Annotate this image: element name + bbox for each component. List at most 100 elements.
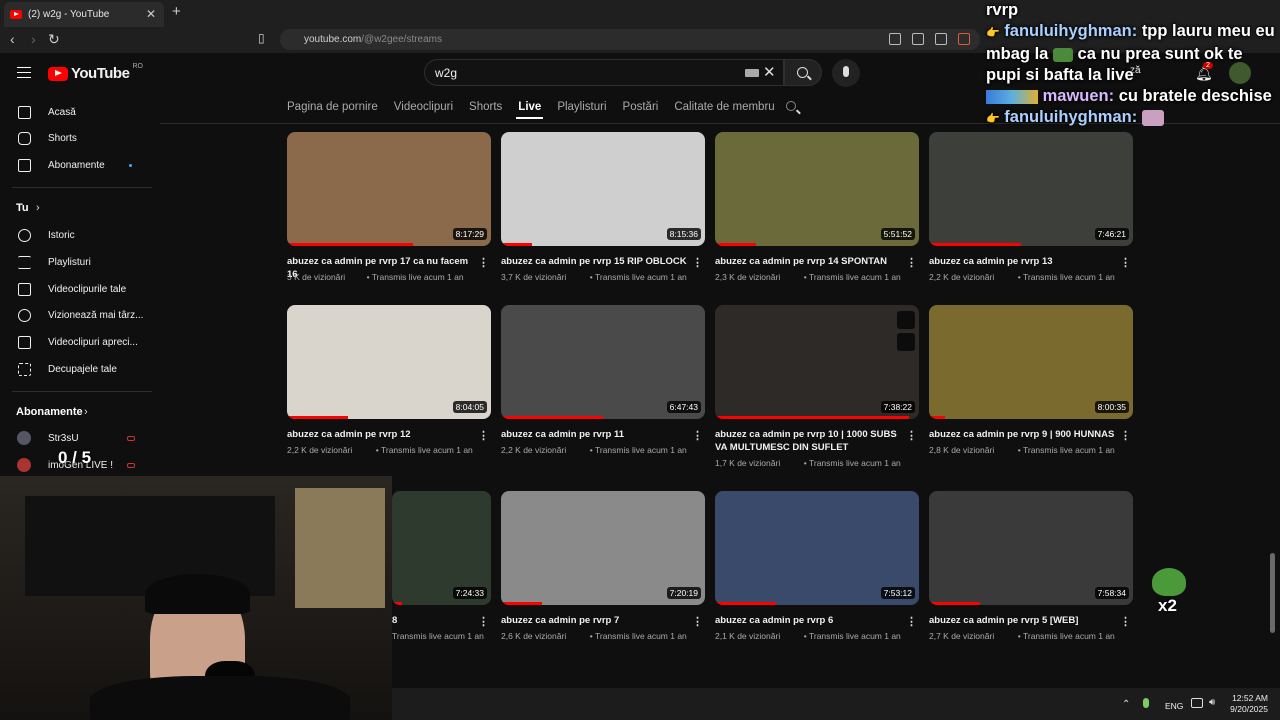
video-thumbnail[interactable]: 6:47:43 (501, 305, 705, 419)
video-date: • Transmis live acum 1 an (375, 445, 473, 455)
chevron-right-icon: › (36, 202, 40, 214)
tab-playlists[interactable]: Playlisturi (557, 93, 606, 123)
sidebar-item-clips[interactable]: Decupajele tale (0, 356, 155, 382)
video-thumbnail[interactable]: 8:00:35 (929, 305, 1133, 419)
page-scrollbar[interactable] (1270, 553, 1275, 633)
tab-videos[interactable]: Videoclipuri (394, 93, 453, 123)
video-duration: 7:24:33 (452, 587, 487, 599)
youtube-logo[interactable]: YouTube RO (48, 63, 143, 82)
video-card[interactable]: 8:00:35 abuzez ca admin pe rvrp 9 | 900 H… (929, 305, 1133, 465)
video-title[interactable]: abuzez ca admin pe rvrp 9 | 900 HUNNAS (929, 428, 1115, 441)
forward-icon[interactable]: › (31, 31, 36, 47)
reload-icon[interactable]: ↻ (48, 31, 60, 48)
browser-tab[interactable]: (2) w2g - YouTube ✕ (4, 2, 164, 27)
video-thumbnail[interactable]: 7:38:22 (715, 305, 919, 419)
clear-search-icon[interactable]: ✕ (763, 63, 776, 81)
url-host: youtube.com (304, 34, 362, 45)
tab-live[interactable]: Live (516, 93, 544, 123)
more-options-icon[interactable]: ⋮ (1120, 256, 1131, 269)
video-card[interactable]: 6:47:43 abuzez ca admin pe rvrp 11 ⋮ 2,2 K … (501, 305, 705, 465)
video-title[interactable]: abuzez ca admin pe rvrp 14 SPONTAN (715, 255, 901, 268)
network-icon[interactable] (1191, 698, 1203, 708)
video-card[interactable]: 7:58:34 abuzez ca admin pe rvrp 5 [WEB] ⋮ 2… (929, 491, 1133, 651)
search-input[interactable]: w2g (424, 59, 784, 86)
tray-mic-icon[interactable] (1143, 698, 1149, 708)
add-to-queue-icon[interactable] (897, 333, 915, 351)
video-title[interactable]: abuzez ca admin pe rvrp 11 (501, 428, 687, 441)
more-options-icon[interactable]: ⋮ (1120, 429, 1131, 442)
more-options-icon[interactable]: ⋮ (478, 429, 489, 442)
sidebar-item-shorts[interactable]: Shorts (0, 125, 155, 151)
more-options-icon[interactable]: ⋮ (692, 615, 703, 628)
bookmark-icon[interactable]: ▯ (258, 31, 265, 45)
video-title[interactable]: abuzez ca admin pe rvrp 12 (287, 428, 473, 441)
translate-icon[interactable] (912, 33, 924, 45)
more-options-icon[interactable]: ⋮ (692, 256, 703, 269)
video-card[interactable]: 7:53:12 abuzez ca admin pe rvrp 6 ⋮ 2,1 K d… (715, 491, 919, 651)
sidebar-item-your-videos[interactable]: Videoclipurile tale (0, 276, 155, 302)
sidebar-item-subscriptions[interactable]: Abonamente (0, 152, 155, 178)
share-icon[interactable] (935, 33, 947, 45)
sidebar-item-playlists[interactable]: Playlisturi (0, 249, 155, 275)
sidebar-item-home[interactable]: Acasă (0, 99, 155, 125)
video-card[interactable]: 5:51:52 abuzez ca admin pe rvrp 14 SPONTA… (715, 132, 919, 292)
video-card[interactable]: 8:15:36 abuzez ca admin pe rvrp 15 RIP OB… (501, 132, 705, 292)
video-card[interactable]: 8:04:05 abuzez ca admin pe rvrp 12 ⋮ 2,2 K … (287, 305, 491, 465)
chat-text: cu bratele deschise (1118, 87, 1272, 105)
video-title[interactable]: abuzez ca admin pe rvrp 6 (715, 614, 901, 627)
more-options-icon[interactable]: ⋮ (1120, 615, 1131, 628)
video-title[interactable]: abuzez ca admin pe rvrp 13 (929, 255, 1115, 268)
youtube-play-icon (48, 66, 68, 81)
video-views: 2,2 K de vizionări (929, 272, 995, 282)
video-thumbnail[interactable]: 7:20:19 (501, 491, 705, 605)
video-card[interactable]: 7:20:19 abuzez ca admin pe rvrp 7 ⋮ 2,6 K d… (501, 491, 705, 651)
more-options-icon[interactable]: ⋮ (478, 256, 489, 269)
brave-shield-icon[interactable] (958, 33, 970, 45)
more-options-icon[interactable]: ⋮ (692, 429, 703, 442)
watch-progress-bar (715, 602, 777, 605)
new-tab-icon[interactable]: + (172, 3, 181, 20)
sidebar-subs-header[interactable]: Abonamente › (0, 399, 155, 425)
more-options-icon[interactable]: ⋮ (906, 615, 917, 628)
address-bar[interactable]: youtube.com/@w2gee/streams (280, 29, 980, 50)
video-thumbnail[interactable]: 5:51:52 (715, 132, 919, 246)
video-thumbnail[interactable]: 8:04:05 (287, 305, 491, 419)
tray-language[interactable]: ENG (1165, 701, 1183, 711)
tab-posts[interactable]: Postări (623, 93, 659, 123)
menu-icon[interactable] (17, 67, 31, 78)
tab-shorts[interactable]: Shorts (469, 93, 502, 123)
tab-home[interactable]: Pagina de pornire (287, 93, 378, 123)
keyboard-icon[interactable] (745, 69, 759, 77)
voice-search-button[interactable] (832, 59, 860, 87)
channel-search-icon[interactable] (786, 101, 796, 111)
video-duration: 8:15:36 (666, 228, 701, 240)
video-thumbnail[interactable]: 7:53:12 (715, 491, 919, 605)
sidebar-item-liked[interactable]: Videoclipuri apreci... (0, 329, 155, 355)
video-title[interactable]: abuzez ca admin pe rvrp 5 [WEB] (929, 614, 1115, 627)
tab-close-icon[interactable]: ✕ (146, 7, 156, 21)
video-duration: 8:04:05 (452, 401, 487, 413)
video-thumbnail[interactable]: 8:15:36 (501, 132, 705, 246)
tray-chevron-icon[interactable]: ⌃ (1122, 699, 1130, 710)
sidebar-item-history[interactable]: Istoric (0, 222, 155, 248)
sidebar-item-watch-later[interactable]: Vizionează mai târz... (0, 302, 155, 328)
video-thumbnail[interactable]: 8:17:29 (287, 132, 491, 246)
cast-icon[interactable] (889, 33, 901, 45)
more-options-icon[interactable]: ⋮ (906, 256, 917, 269)
video-card[interactable]: 8:17:29 abuzez ca admin pe rvrp 17 ca nu … (287, 132, 491, 292)
video-card[interactable]: 7:38:22 abuzez ca admin pe rvrp 10 | 1000… (715, 305, 919, 468)
back-icon[interactable]: ‹ (10, 31, 15, 47)
tab-membership[interactable]: Calitate de membru (674, 93, 774, 123)
video-title[interactable]: abuzez ca admin pe rvrp 7 (501, 614, 687, 627)
watch-later-icon[interactable] (897, 311, 915, 329)
search-button[interactable] (784, 59, 822, 86)
tray-clock[interactable]: 12:52 AM 9/20/2025 (1226, 693, 1268, 715)
volume-icon[interactable]: 🔊︎ (1209, 697, 1215, 708)
video-thumbnail[interactable]: 7:58:34 (929, 491, 1133, 605)
more-options-icon[interactable]: ⋮ (906, 429, 917, 442)
video-title[interactable]: abuzez ca admin pe rvrp 15 RIP OBLOCK (501, 255, 687, 268)
video-title[interactable]: abuzez ca admin pe rvrp 10 | 1000 SUBS V… (715, 428, 901, 454)
sidebar-you-header[interactable]: Tu › (0, 195, 155, 221)
video-thumbnail[interactable]: 7:24:33 (392, 491, 491, 605)
more-options-icon[interactable]: ⋮ (478, 615, 489, 628)
